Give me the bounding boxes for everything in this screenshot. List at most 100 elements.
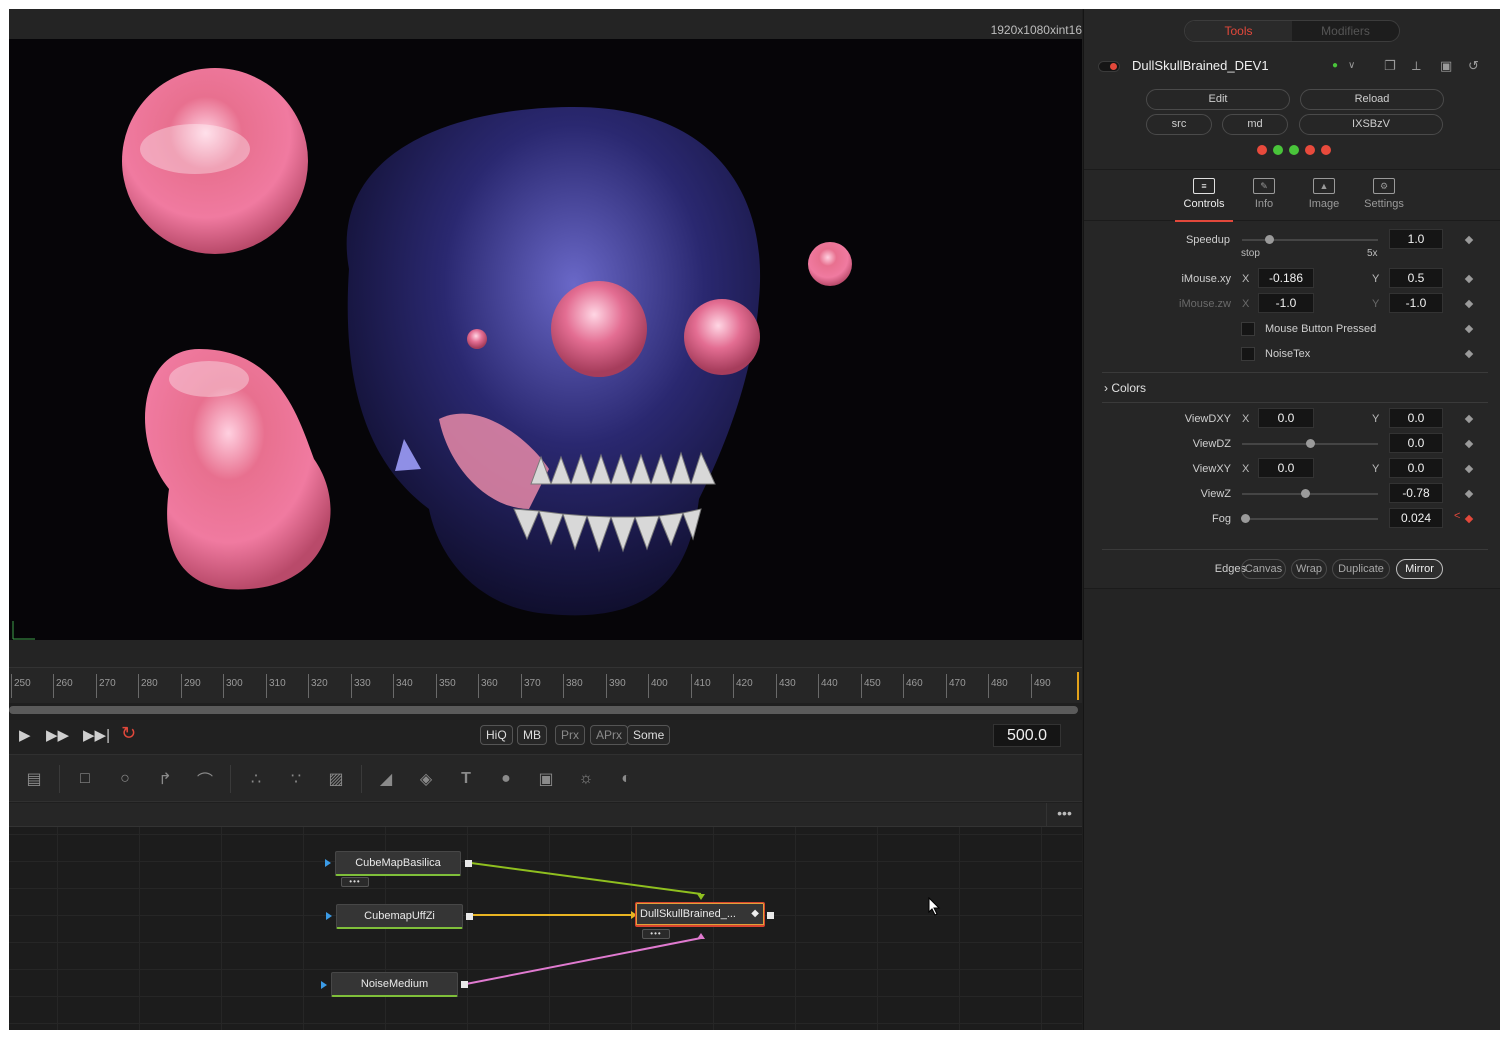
proxy-button[interactable]: Prx <box>555 725 585 745</box>
viewxy-y-field[interactable]: 0.0 <box>1389 458 1443 478</box>
keyframe-icon[interactable] <box>1464 324 1474 334</box>
auto-proxy-button[interactable]: APrx <box>590 725 629 745</box>
edges-canvas-button[interactable]: Canvas <box>1241 559 1286 579</box>
viewer-canvas[interactable] <box>9 39 1082 640</box>
viewz-slider-knob[interactable] <box>1300 489 1310 498</box>
edges-duplicate-button[interactable]: Duplicate <box>1332 559 1390 579</box>
tab-modifiers[interactable]: Modifiers <box>1292 21 1399 41</box>
version-icon[interactable]: ❐ <box>1384 58 1396 74</box>
node-output-icon[interactable] <box>767 912 774 919</box>
node-noisemedium[interactable]: NoiseMedium <box>331 972 458 997</box>
fast-forward-icon[interactable]: ▶▶ <box>46 726 69 744</box>
rectangle-icon[interactable]: □ <box>71 767 99 791</box>
camera3d-icon[interactable]: ▣ <box>532 767 560 791</box>
tab-info[interactable]: ✎ Info <box>1235 170 1293 222</box>
node-options[interactable]: ••• <box>642 929 670 939</box>
bspline-icon[interactable]: ⌒ <box>191 767 219 791</box>
mouse-button-pressed-checkbox[interactable] <box>1241 322 1255 336</box>
particle-merge-icon[interactable]: ▨ <box>322 767 350 791</box>
tick-label: 290 <box>184 678 201 689</box>
noisetex-checkbox[interactable] <box>1241 347 1255 361</box>
imouse-z-field[interactable]: -1.0 <box>1258 293 1314 313</box>
viewdz-slider-knob[interactable] <box>1306 439 1315 448</box>
time-ruler[interactable]: 250 260 270 280 290 300 310 320 330 340 … <box>9 667 1082 703</box>
md-button[interactable]: md <box>1222 114 1288 135</box>
node-output-icon[interactable] <box>461 981 468 988</box>
tool-name[interactable]: DullSkullBrained_DEV1 <box>1132 58 1269 73</box>
node-input-icon[interactable] <box>321 981 327 989</box>
keyframe-icon[interactable] <box>1464 464 1474 474</box>
particle-emitter-icon[interactable]: ∴ <box>242 767 270 791</box>
viewxy-x-field[interactable]: 0.0 <box>1258 458 1314 478</box>
fog-field[interactable]: 0.024 <box>1389 508 1443 528</box>
imouse-y-field[interactable]: 0.5 <box>1389 268 1443 288</box>
keyframe-icon[interactable] <box>1464 235 1474 245</box>
viewz-field[interactable]: -0.78 <box>1389 483 1443 503</box>
edit-button[interactable]: Edit <box>1146 89 1290 110</box>
node-dullskullbrained[interactable]: DullSkullBrained_... ◆ <box>635 902 765 927</box>
ixsbzv-button[interactable]: IXSBzV <box>1299 114 1443 135</box>
light3d-icon[interactable]: ☼ <box>572 767 600 791</box>
tool-enable-toggle[interactable] <box>1098 61 1120 72</box>
viewz-slider[interactable] <box>1242 493 1378 495</box>
colors-section-header[interactable]: › Colors <box>1104 381 1146 395</box>
renderer3d-icon[interactable]: ● <box>492 767 520 791</box>
reset-icon[interactable]: ↺ <box>1468 58 1479 74</box>
viewdxy-y-field[interactable]: 0.0 <box>1389 408 1443 428</box>
imageplane3d-icon[interactable]: ◐ <box>612 767 640 791</box>
selective-update-button[interactable]: Some <box>627 725 671 745</box>
reload-button[interactable]: Reload <box>1300 89 1444 110</box>
playhead[interactable] <box>1077 672 1079 700</box>
particle-render-icon[interactable]: ∵ <box>282 767 310 791</box>
imouse-x-field[interactable]: -0.186 <box>1258 268 1314 288</box>
ellipse-icon[interactable]: ○ <box>111 767 139 791</box>
keyframe-icon[interactable] <box>1464 414 1474 424</box>
node-editor-menu-icon[interactable]: ••• <box>1046 803 1082 827</box>
hiq-button[interactable]: HiQ <box>480 725 513 745</box>
imouse-w-field[interactable]: -1.0 <box>1389 293 1443 313</box>
keyframe-icon[interactable] <box>1464 349 1474 359</box>
keyframe-icon[interactable] <box>1464 274 1474 284</box>
fog-slider[interactable] <box>1242 518 1378 520</box>
speedup-field[interactable]: 1.0 <box>1389 229 1443 249</box>
timeline-scrollbar[interactable] <box>9 706 1078 714</box>
keyframe-icon[interactable] <box>1464 514 1474 524</box>
viewdxy-x-field[interactable]: 0.0 <box>1258 408 1314 428</box>
node-options[interactable]: ••• <box>341 877 369 887</box>
node-input-icon[interactable] <box>325 859 331 867</box>
keyframe-icon[interactable] <box>1464 299 1474 309</box>
background-icon[interactable]: ▤ <box>20 767 48 791</box>
motion-blur-button[interactable]: MB <box>517 725 547 745</box>
node-cubemapbasilica[interactable]: CubeMapBasilica <box>335 851 461 876</box>
chevron-down-icon[interactable]: ∨ <box>1348 60 1355 71</box>
node-input-icon[interactable] <box>326 912 332 920</box>
node-cubemapuffzi[interactable]: CubemapUffZi <box>336 904 463 929</box>
viewdz-field[interactable]: 0.0 <box>1389 433 1443 453</box>
tab-settings[interactable]: ⚙ Settings <box>1355 170 1413 222</box>
speedup-slider-knob[interactable] <box>1265 235 1275 244</box>
tab-image[interactable]: ▲ Image <box>1295 170 1353 222</box>
play-icon[interactable]: ▶ <box>19 726 31 744</box>
tab-tools[interactable]: Tools <box>1185 21 1292 41</box>
src-button[interactable]: src <box>1146 114 1212 135</box>
pin-icon[interactable]: ⟂ <box>1412 58 1421 74</box>
shape3d-icon[interactable]: ◢ <box>372 767 400 791</box>
fog-slider-knob[interactable] <box>1240 514 1250 523</box>
node-editor[interactable]: CubeMapBasilica ••• CubemapUffZi NoiseMe… <box>9 827 1082 1030</box>
edges-mirror-button[interactable]: Mirror <box>1396 559 1443 579</box>
text3d-icon[interactable]: T <box>452 767 480 791</box>
keyframe-icon[interactable] <box>1464 439 1474 449</box>
current-frame-field[interactable]: 500.0 <box>993 724 1061 747</box>
skip-to-end-icon[interactable]: ▶▶| <box>83 726 110 744</box>
lock-icon[interactable]: ▣ <box>1440 58 1452 74</box>
tab-controls[interactable]: ≡ Controls <box>1175 170 1233 222</box>
polygon-icon[interactable]: ↱ <box>151 767 179 791</box>
keyframe-icon[interactable] <box>1464 489 1474 499</box>
node-output-icon[interactable] <box>465 860 472 867</box>
edges-wrap-button[interactable]: Wrap <box>1291 559 1327 579</box>
loop-icon[interactable]: ↻ <box>121 723 136 744</box>
node-output-icon[interactable] <box>466 913 473 920</box>
speedup-slider[interactable] <box>1242 239 1378 241</box>
prev-keyframe-icon[interactable]: < <box>1454 510 1460 522</box>
merge3d-icon[interactable]: ◈ <box>412 767 440 791</box>
